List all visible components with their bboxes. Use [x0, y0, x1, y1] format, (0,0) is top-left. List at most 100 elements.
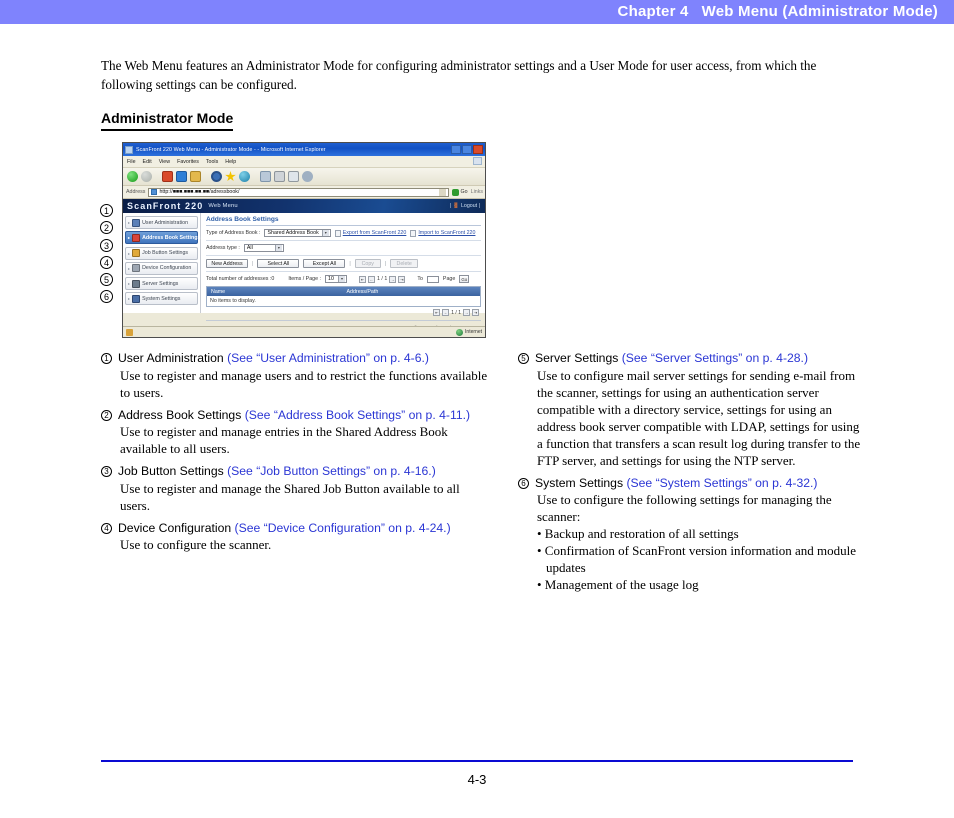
delete-button[interactable]: Delete [390, 259, 419, 268]
items-per-page-value: 10 [328, 276, 334, 282]
items-per-page-select[interactable]: 10 ▾ [325, 275, 347, 283]
item-description: Use to register and manage users and to … [120, 367, 488, 400]
web-menu-main-panel: Address Book Settings Type of Address Bo… [201, 213, 485, 330]
item-description: Use to register and manage the Shared Jo… [120, 480, 460, 513]
sidebar-item-system-settings[interactable]: ▸ System Settings [125, 292, 198, 306]
items-per-page-label: Items / Page : [288, 276, 321, 282]
toolbar-separator [155, 171, 159, 182]
footer-rule [101, 760, 853, 762]
discuss-icon[interactable] [302, 171, 313, 182]
grid-header-address-path[interactable]: Address/Path [344, 289, 481, 295]
address-type-row: Address type : All ▾ [206, 244, 481, 256]
menu-help[interactable]: Help [225, 159, 236, 165]
browser-title-text: ScanFront 220 Web Menu - Administrator M… [136, 146, 326, 153]
prev-page-icon[interactable]: ← [442, 309, 450, 316]
first-page-icon[interactable]: ⇤ [433, 309, 441, 316]
close-button[interactable] [473, 144, 483, 154]
edit-icon[interactable] [288, 171, 299, 182]
forward-icon[interactable] [141, 171, 152, 182]
address-book-icon [132, 233, 141, 242]
chevron-right-icon: ▸ [128, 265, 131, 271]
list-item: 6 System Settings (See “System Settings” … [518, 475, 863, 594]
sidebar-label-server-settings: Server Settings [142, 280, 179, 287]
next-page-icon[interactable]: → [463, 309, 470, 316]
device-icon [132, 264, 141, 273]
callout-number-6: 6 [100, 290, 113, 304]
menu-tools[interactable]: Tools [206, 159, 218, 165]
type-of-address-book-label: Type of Address Book : [206, 230, 261, 236]
print-icon[interactable] [274, 171, 285, 182]
logout-link[interactable]: | 🚪 Logout | [450, 203, 480, 209]
copy-button[interactable]: Copy [354, 259, 381, 268]
except-all-button[interactable]: Except All [303, 259, 346, 268]
item-number: 5 [518, 353, 529, 364]
select-all-button[interactable]: Select All [257, 259, 300, 268]
browser-status-bar: Internet [123, 326, 485, 337]
first-page-icon[interactable]: ⇤ [359, 275, 366, 283]
export-icon [334, 229, 341, 237]
import-to-scanfront-link[interactable]: Import to ScanFront 220 [410, 229, 475, 237]
item-number: 3 [101, 466, 112, 477]
favorites-star-icon[interactable] [225, 171, 236, 182]
last-page-icon[interactable]: ⇥ [398, 275, 406, 283]
item-number: 4 [101, 522, 112, 534]
go-arrow-icon [451, 188, 459, 196]
menu-view[interactable]: View [159, 159, 170, 165]
last-page-icon[interactable]: ⇥ [472, 309, 479, 316]
browser-title-bar: ScanFront 220 Web Menu - Administrator M… [123, 143, 485, 156]
sidebar-item-user-administration[interactable]: ▸ User Administration [125, 216, 198, 229]
item-reference[interactable]: (See “Job Button Settings” on p. 4-16.) [227, 464, 436, 478]
stop-icon[interactable] [162, 171, 173, 182]
minimize-button[interactable] [451, 144, 461, 154]
search-icon[interactable] [211, 171, 222, 182]
sidebar-item-address-book-settings[interactable]: ▸ Address Book Settings [125, 231, 200, 245]
address-type-select[interactable]: All ▾ [243, 244, 284, 252]
new-address-button[interactable]: New Address [206, 259, 248, 268]
description-column-right: 5 Server Settings (See “Server Settings” … [518, 350, 863, 599]
internet-zone-icon [456, 328, 464, 336]
menu-edit[interactable]: Edit [143, 159, 152, 165]
sidebar-item-job-button-settings[interactable]: ▸ Job Button Settings [125, 246, 198, 260]
refresh-icon[interactable] [176, 171, 187, 182]
item-reference[interactable]: (See “User Administration” on p. 4-6.) [227, 351, 429, 365]
item-reference[interactable]: (See “Device Configuration” on p. 4-24.) [235, 521, 451, 535]
address-go-button[interactable]: Go [451, 188, 468, 196]
export-from-scanfront-link[interactable]: Export from ScanFront 220 [334, 229, 406, 237]
item-number: 2 [101, 409, 112, 421]
links-button[interactable]: Links [471, 189, 485, 195]
menu-file[interactable]: File [127, 159, 136, 165]
internet-zone-label: Internet [465, 329, 482, 335]
security-zone: Internet [456, 328, 482, 336]
item-reference[interactable]: (See “Address Book Settings” on p. 4-11.… [245, 408, 470, 422]
ie-window-icon [125, 145, 133, 154]
browser-address-bar: Address http://■■■.■■■.■■.■■/adressbook/… [123, 186, 485, 199]
item-number: 1 [101, 353, 112, 364]
address-dropdown-icon[interactable] [438, 188, 446, 196]
prev-page-icon[interactable]: ← [368, 275, 375, 283]
mail-icon[interactable] [260, 171, 271, 182]
list-item: 1 User Administration (See “User Administ… [101, 350, 491, 401]
button-separator: | [384, 260, 387, 267]
item-reference[interactable]: (See “System Settings” on p. 4-32.) [626, 476, 817, 490]
grid-header-name[interactable]: Name [207, 289, 344, 295]
item-title: Server Settings [535, 351, 622, 365]
section-heading: Administrator Mode [101, 110, 234, 131]
sidebar-item-device-configuration[interactable]: ▸ Device Configuration [125, 261, 198, 275]
home-icon[interactable] [190, 171, 201, 182]
chevron-down-icon: ▾ [274, 245, 282, 251]
menu-favorites[interactable]: Favorites [177, 159, 199, 165]
callout-number-column: 1 2 3 4 5 6 [100, 204, 118, 308]
type-of-address-book-select[interactable]: Shared Address Book ▾ [264, 229, 331, 237]
history-icon[interactable] [239, 171, 250, 182]
item-reference[interactable]: (See “Server Settings” on p. 4-28.) [622, 351, 808, 365]
page-go-button[interactable]: Go [459, 275, 470, 283]
address-input[interactable]: http://■■■.■■■.■■.■■/adressbook/ [148, 187, 449, 197]
back-icon[interactable] [127, 171, 138, 182]
toolbar-separator [253, 171, 257, 182]
grid-bottom-pager: ⇤ ← 1 / 1 → ⇥ [206, 307, 481, 316]
next-page-icon[interactable]: → [389, 275, 397, 283]
button-separator: | [252, 260, 254, 267]
sidebar-item-server-settings[interactable]: ▸ Server Settings [125, 277, 198, 291]
page-number-input[interactable] [426, 275, 439, 283]
maximize-button[interactable] [462, 144, 472, 154]
